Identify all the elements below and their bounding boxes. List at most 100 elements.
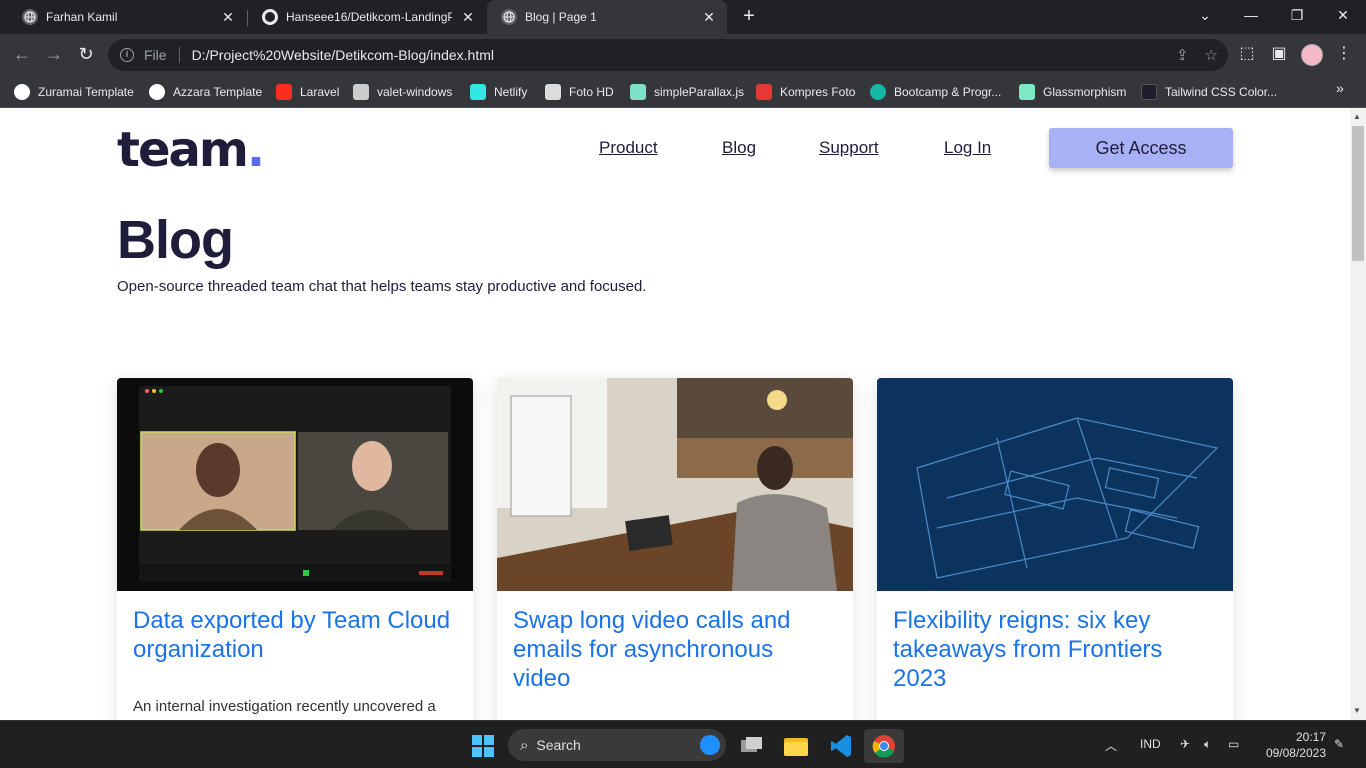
minimize-button[interactable]: — bbox=[1228, 0, 1274, 32]
bookmark-valet-windows[interactable]: valet-windows bbox=[353, 82, 452, 102]
share-icon[interactable]: ⇪ bbox=[1176, 46, 1189, 64]
scroll-down-icon[interactable]: ▼ bbox=[1353, 706, 1361, 715]
address-bar[interactable]: i File D:/Project%20Website/Detikcom-Blo… bbox=[108, 39, 1228, 71]
notification-icon[interactable]: ✎ bbox=[1334, 737, 1344, 751]
close-tab-icon[interactable]: ✕ bbox=[220, 9, 236, 25]
bookmark-glassmorphism[interactable]: Glassmorphism bbox=[1019, 82, 1126, 102]
tab-blog-page[interactable]: Blog | Page 1 ✕ bbox=[487, 0, 727, 34]
scheme-label: File bbox=[144, 47, 167, 63]
url-text[interactable]: D:/Project%20Website/Detikcom-Blog/index… bbox=[192, 47, 494, 63]
tab-strip: Farhan Kamil ✕ Hanseee16/Detikcom-Landin… bbox=[0, 0, 1366, 34]
clock-date: 09/08/2023 bbox=[1265, 746, 1326, 760]
bookmark-label: simpleParallax.js bbox=[654, 85, 745, 99]
nav-product[interactable]: Product bbox=[599, 138, 658, 158]
bookmarks-overflow-icon[interactable]: » bbox=[1336, 80, 1344, 96]
bing-icon bbox=[700, 735, 720, 755]
restore-button[interactable]: ❐ bbox=[1274, 0, 1320, 32]
bookmark-label: Kompres Foto bbox=[780, 85, 856, 99]
close-tab-icon[interactable]: ✕ bbox=[701, 9, 717, 25]
menu-kebab-icon[interactable]: ⋮ bbox=[1332, 43, 1356, 63]
browser-toolbar: ← → ↻ i File D:/Project%20Website/Detikc… bbox=[0, 34, 1366, 76]
logo-dot: . bbox=[246, 122, 265, 178]
blog-card[interactable]: Data exported by Team Cloud organization… bbox=[117, 378, 473, 720]
tab-title: Farhan Kamil bbox=[46, 10, 118, 24]
task-view-icon[interactable] bbox=[732, 729, 772, 763]
clock-time: 20:17 bbox=[1295, 730, 1326, 744]
close-tab-icon[interactable]: ✕ bbox=[460, 9, 476, 25]
info-icon[interactable]: i bbox=[120, 48, 134, 62]
bookmark-zuramai[interactable]: Zuramai Template bbox=[14, 82, 134, 102]
bookmark-kompres-foto[interactable]: Kompres Foto bbox=[756, 82, 855, 102]
tab-farhan-kamil[interactable]: Farhan Kamil ✕ bbox=[8, 0, 246, 34]
volume-icon[interactable]: 🔈︎ bbox=[1204, 737, 1211, 752]
tray-chevron-icon[interactable]: ︿ bbox=[1105, 737, 1117, 754]
kompres-icon bbox=[756, 84, 772, 100]
scroll-up-icon[interactable]: ▲ bbox=[1353, 112, 1361, 121]
bookmark-bootcamp[interactable]: Bootcamp & Progr... bbox=[870, 82, 1001, 102]
bookmark-foto-hd[interactable]: Foto HD bbox=[545, 82, 614, 102]
profile-avatar[interactable] bbox=[1301, 44, 1323, 66]
battery-icon[interactable]: ▭ bbox=[1228, 737, 1239, 751]
blog-card[interactable]: Swap long video calls and emails for asy… bbox=[497, 378, 853, 720]
github-icon bbox=[262, 9, 278, 25]
globe-icon bbox=[501, 9, 517, 25]
star-icon[interactable]: ☆ bbox=[1205, 46, 1218, 64]
card-title[interactable]: Data exported by Team Cloud organization bbox=[133, 606, 453, 664]
windows-start-icon[interactable] bbox=[464, 729, 504, 763]
blog-card[interactable]: Flexibility reigns: six key takeaways fr… bbox=[877, 378, 1233, 720]
nav-blog[interactable]: Blog bbox=[722, 138, 756, 158]
address-actions: ⇪ ☆ bbox=[1176, 46, 1218, 64]
nav-log-in[interactable]: Log In bbox=[944, 138, 991, 158]
reload-icon[interactable]: ↻ bbox=[74, 43, 98, 67]
vscode-icon[interactable] bbox=[820, 729, 860, 763]
bookmark-label: Glassmorphism bbox=[1043, 85, 1127, 99]
tab-github-repo[interactable]: Hanseee16/Detikcom-LandingPa ✕ bbox=[248, 0, 486, 34]
bookmark-label: Netlify bbox=[494, 85, 528, 99]
card-title[interactable]: Flexibility reigns: six key takeaways fr… bbox=[893, 606, 1213, 693]
woman-laptop-image bbox=[497, 378, 853, 591]
system-clock[interactable]: 20:17 09/08/2023 bbox=[1256, 729, 1326, 761]
tab-search-icon[interactable]: ⌄ bbox=[1182, 0, 1228, 32]
tab-title: Blog | Page 1 bbox=[525, 10, 597, 24]
file-explorer-icon[interactable] bbox=[776, 729, 816, 763]
bootcamp-icon bbox=[870, 84, 886, 100]
bookmarks-bar: Zuramai Template Azzara Template Laravel… bbox=[0, 76, 1366, 108]
tab-title: Hanseee16/Detikcom-LandingPa bbox=[286, 10, 452, 24]
bookmark-simpleparallax[interactable]: simpleParallax.js bbox=[630, 82, 744, 102]
bookmark-tailwind-colors[interactable]: Tailwind CSS Color... bbox=[1141, 82, 1277, 102]
valet-icon bbox=[353, 84, 369, 100]
language-indicator[interactable]: IND bbox=[1140, 737, 1161, 751]
windows-taskbar: ⌕ Search ︿ IND ✈ 🔈︎ ▭ 20:17 09/08/2023 ✎ bbox=[0, 720, 1366, 768]
bookmark-label: Foto HD bbox=[569, 85, 614, 99]
bookmark-netlify[interactable]: Netlify bbox=[470, 82, 527, 102]
close-window-button[interactable]: ✕ bbox=[1320, 0, 1366, 32]
bookmark-laravel[interactable]: Laravel bbox=[276, 82, 339, 102]
page-viewport: team. Product Blog Support Log In Get Ac… bbox=[0, 108, 1350, 720]
new-tab-button[interactable]: + bbox=[738, 6, 760, 28]
card-title[interactable]: Swap long video calls and emails for asy… bbox=[513, 606, 833, 693]
video-call-image bbox=[117, 378, 473, 591]
extensions-icon[interactable]: ⬚ bbox=[1235, 43, 1259, 63]
get-access-button[interactable]: Get Access bbox=[1049, 128, 1233, 168]
globe-icon bbox=[22, 9, 38, 25]
ui-icon bbox=[1141, 84, 1157, 100]
browser-chrome: Farhan Kamil ✕ Hanseee16/Detikcom-Landin… bbox=[0, 0, 1366, 108]
bookmark-label: Azzara Template bbox=[173, 85, 263, 99]
netlify-icon bbox=[470, 84, 486, 100]
site-logo[interactable]: team. bbox=[117, 122, 265, 178]
bookmark-azzara[interactable]: Azzara Template bbox=[149, 82, 262, 102]
back-icon[interactable]: ← bbox=[10, 43, 34, 67]
side-panel-icon[interactable]: ▣ bbox=[1267, 43, 1291, 63]
bookmark-label: Laravel bbox=[300, 85, 340, 99]
card-excerpt: An internal investigation recently uncov… bbox=[133, 698, 436, 715]
scroll-thumb[interactable] bbox=[1352, 126, 1364, 261]
forward-icon[interactable]: → bbox=[42, 43, 66, 67]
taskbar-search[interactable]: ⌕ Search bbox=[508, 729, 726, 761]
nav-support[interactable]: Support bbox=[819, 138, 879, 158]
chrome-icon[interactable] bbox=[864, 729, 904, 763]
bookmark-label: Zuramai Template bbox=[38, 85, 134, 99]
search-label: Search bbox=[536, 737, 581, 753]
search-icon: ⌕ bbox=[520, 736, 529, 754]
airplane-mode-icon[interactable]: ✈ bbox=[1180, 737, 1190, 751]
page-scrollbar[interactable]: ▲ ▼ bbox=[1350, 108, 1366, 720]
